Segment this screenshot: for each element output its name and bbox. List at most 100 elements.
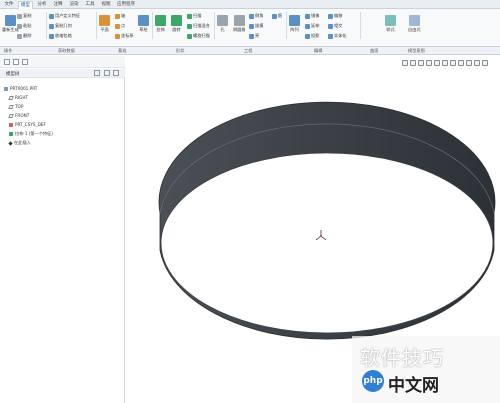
- refit-icon[interactable]: [402, 59, 408, 66]
- group-editing[interactable]: 编辑: [314, 48, 322, 54]
- udf-icon: [49, 13, 54, 19]
- php-logo-icon: php: [362, 370, 384, 392]
- tab-view[interactable]: 视图: [99, 1, 113, 9]
- tree-columns-icon[interactable]: [113, 70, 119, 76]
- tab-analysis[interactable]: 分析: [35, 1, 49, 9]
- extrude-icon: [9, 132, 13, 136]
- ring-inner-hollow: [160, 152, 494, 334]
- tree-settings-icon[interactable]: [94, 70, 100, 76]
- paste-button[interactable]: 粘贴: [17, 23, 31, 29]
- mirror-icon: [305, 13, 310, 19]
- shrinkwrap-button[interactable]: 收缩包络: [49, 33, 72, 39]
- swept-blend-icon: [187, 23, 192, 29]
- group-get-data[interactable]: 获取数据: [58, 48, 75, 54]
- display-style-icon[interactable]: [434, 59, 440, 66]
- extrude-icon: [155, 15, 166, 26]
- mirror-button[interactable]: 镜像: [305, 13, 319, 19]
- shell-button[interactable]: 壳: [249, 33, 259, 39]
- tree-item-csys[interactable]: PRT_CSYS_DEF: [9, 122, 46, 127]
- axis-button[interactable]: 轴: [115, 13, 125, 19]
- group-engineering[interactable]: 工程: [244, 48, 252, 54]
- datum-plane-icon: [99, 15, 110, 26]
- datum-axis-icon: [115, 13, 120, 19]
- swept-blend-button[interactable]: 扫描混合: [187, 23, 210, 29]
- model-tree-title: 模型树: [6, 72, 20, 77]
- freestyle-button[interactable]: 自由式: [408, 15, 421, 33]
- copy-button[interactable]: 复制: [17, 13, 31, 19]
- copy-geometry-button[interactable]: 复制几何: [49, 23, 72, 29]
- watermark-text: 软件技巧: [360, 346, 444, 370]
- model-tree-icon[interactable]: [4, 59, 10, 65]
- tree-filter-icon[interactable]: [104, 70, 110, 76]
- datum-point-icon: [115, 23, 120, 29]
- coord-system-button[interactable]: 坐标系: [115, 33, 134, 39]
- datum-plane-icon: [8, 113, 14, 118]
- saved-orientations-icon[interactable]: [442, 59, 448, 66]
- tree-item-top[interactable]: TOP: [8, 104, 23, 109]
- draft-button[interactable]: 拔模: [249, 23, 263, 29]
- folder-browser-icon[interactable]: [13, 59, 19, 65]
- style-button[interactable]: 样式: [385, 15, 396, 33]
- solidify-icon: [328, 33, 333, 39]
- tab-applications[interactable]: 应用程序: [115, 1, 137, 9]
- extrude-button[interactable]: 拉伸: [155, 15, 166, 33]
- revolve-icon: [171, 15, 182, 26]
- sweep-button[interactable]: 扫描: [187, 13, 201, 19]
- tab-annotate[interactable]: 注释: [51, 1, 65, 9]
- pattern-button[interactable]: 阵列: [289, 15, 300, 33]
- chamfer-button[interactable]: 倒角: [249, 13, 263, 19]
- insert-here-icon: [8, 140, 13, 146]
- delete-button[interactable]: 删除: [17, 33, 31, 39]
- round-button[interactable]: 倒圆角: [233, 15, 246, 33]
- revolve-button[interactable]: 旋转: [171, 15, 182, 33]
- copy-geometry-icon: [49, 23, 54, 29]
- watermark-site: 中文网: [388, 376, 439, 396]
- ribbon: 重新生成 复制 粘贴 删除 用户定义特征 复制几何 收缩包络 平面 轴 点 坐标…: [0, 9, 500, 47]
- zoom-in-icon[interactable]: [410, 59, 416, 66]
- group-surfaces[interactable]: 曲面: [370, 48, 378, 54]
- hole-button[interactable]: 孔: [217, 15, 228, 33]
- graphics-toolbar: [402, 58, 498, 67]
- group-operations[interactable]: 操作: [4, 48, 12, 54]
- spin-center-icon[interactable]: [474, 59, 480, 66]
- ribbon-tab-bar: 文件 模型 分析 注释 渲染 工具 视图 应用程序: [0, 0, 500, 9]
- point-button[interactable]: 点: [115, 23, 125, 29]
- tab-model[interactable]: 模型: [18, 1, 33, 9]
- user-defined-feature-button[interactable]: 用户定义特征: [49, 13, 80, 19]
- group-model-intent[interactable]: 模型意图: [408, 48, 425, 54]
- datum-display-icon[interactable]: [458, 59, 464, 66]
- group-datum[interactable]: 基准: [118, 48, 126, 54]
- annotation-display-icon[interactable]: [466, 59, 472, 66]
- extend-button[interactable]: 延伸: [305, 23, 319, 29]
- model-tree-panel: 模型树 PRT0001.PRT RIGHT TOP FRONT PRT_CSYS…: [0, 56, 125, 403]
- offset-button[interactable]: 偏移: [328, 13, 342, 19]
- sketch-button[interactable]: 草绘: [138, 15, 149, 33]
- group-shapes[interactable]: 形状: [176, 48, 184, 54]
- perspective-icon[interactable]: [482, 59, 488, 66]
- round-icon: [233, 15, 245, 26]
- pattern-icon: [289, 15, 300, 26]
- rib-icon: [272, 13, 277, 19]
- sketch-icon: [138, 15, 149, 26]
- sweep-icon: [187, 13, 192, 19]
- tree-item-insert-here[interactable]: 在此插入: [8, 140, 31, 146]
- rib-button[interactable]: 筋: [272, 13, 282, 19]
- tab-render[interactable]: 渲染: [67, 1, 81, 9]
- tree-item-extrude[interactable]: 拉伸 1 (第一个特征): [9, 131, 53, 137]
- plane-button[interactable]: 平面: [99, 15, 110, 33]
- extend-icon: [305, 23, 310, 29]
- favorites-icon[interactable]: [22, 59, 28, 65]
- tree-item-part[interactable]: PRT0001.PRT: [4, 86, 37, 91]
- tree-item-right[interactable]: RIGHT: [8, 95, 28, 100]
- repaint-icon[interactable]: [426, 59, 432, 66]
- tree-item-front[interactable]: FRONT: [8, 113, 29, 118]
- tab-file[interactable]: 文件: [2, 1, 16, 9]
- helical-sweep-button[interactable]: 螺旋扫描: [187, 33, 210, 39]
- zoom-out-icon[interactable]: [418, 59, 424, 66]
- solidify-button[interactable]: 实体化: [328, 33, 347, 39]
- intersect-button[interactable]: 相交: [328, 23, 342, 29]
- tab-tools[interactable]: 工具: [83, 1, 97, 9]
- view-manager-icon[interactable]: [450, 59, 456, 66]
- delete-icon: [17, 33, 22, 39]
- project-button[interactable]: 投影: [305, 33, 319, 39]
